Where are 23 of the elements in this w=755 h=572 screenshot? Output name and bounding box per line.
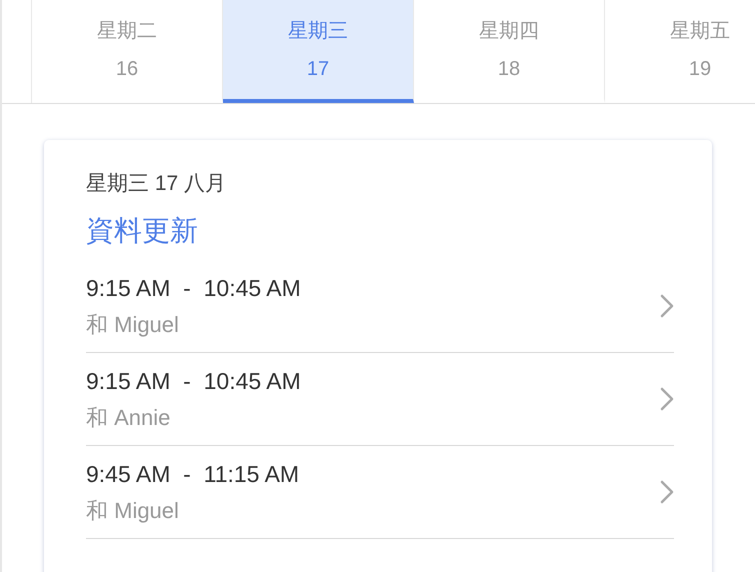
weekday-label: 星期四 [479, 19, 539, 44]
time-range: 9:15 AM - 10:45 AM [86, 366, 301, 396]
appointment-row[interactable]: 9:45 AM - 11:15 AM 和 Miguel [86, 446, 674, 539]
attendee-name: 和 Miguel [86, 496, 180, 525]
weekday-label: 星期二 [97, 19, 157, 44]
chevron-right-icon [660, 480, 674, 504]
date-label: 17 [306, 57, 330, 82]
attendee-name: 和 Annie [86, 404, 172, 432]
date-label: 16 [116, 57, 138, 82]
date-label: 18 [498, 57, 520, 82]
chevron-right-icon [660, 387, 674, 411]
time-range: 9:45 AM - 11:15 AM [86, 460, 300, 488]
weekday-label: 星期五 [670, 19, 730, 44]
attendee-name: 和 Miguel [86, 310, 180, 339]
weekday-label: 星期三 [288, 19, 348, 44]
time-range: 9:15 AM - 10:45 AM [86, 274, 301, 302]
appointment-row[interactable]: 9:15 AM - 10:45 AM 和 Miguel [86, 260, 674, 353]
day-tab[interactable]: 星期三 17 [223, 0, 414, 103]
chevron-right-icon [660, 294, 674, 318]
appointment-row[interactable]: 9:15 AM - 10:45 AM 和 Annie [86, 353, 674, 446]
refresh-link[interactable]: 資料更新 [86, 214, 198, 248]
date-heading: 星期三 17 八月 [86, 171, 228, 197]
date-label: 19 [688, 57, 712, 82]
